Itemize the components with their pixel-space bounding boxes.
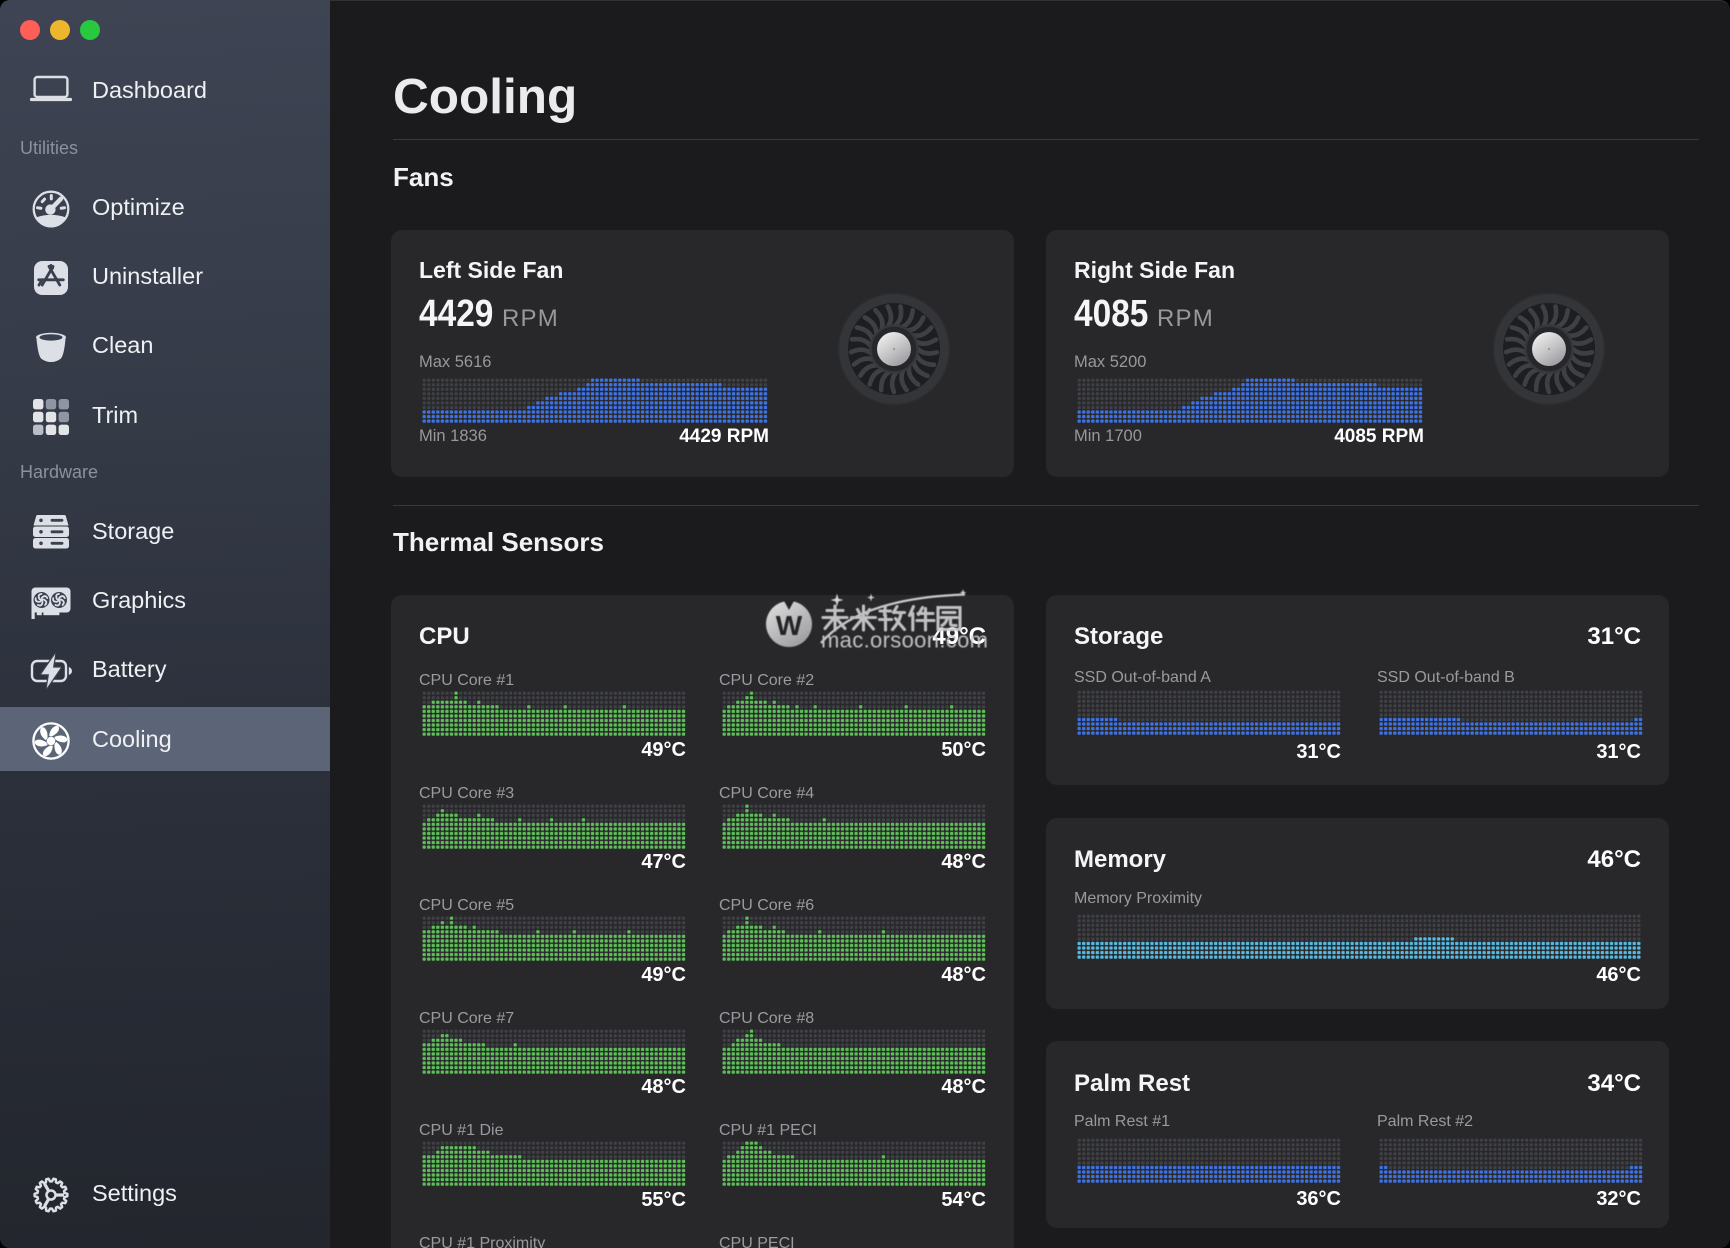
svg-text:mac.orsoon.com: mac.orsoon.com bbox=[821, 628, 988, 653]
svg-text:W: W bbox=[776, 610, 803, 641]
